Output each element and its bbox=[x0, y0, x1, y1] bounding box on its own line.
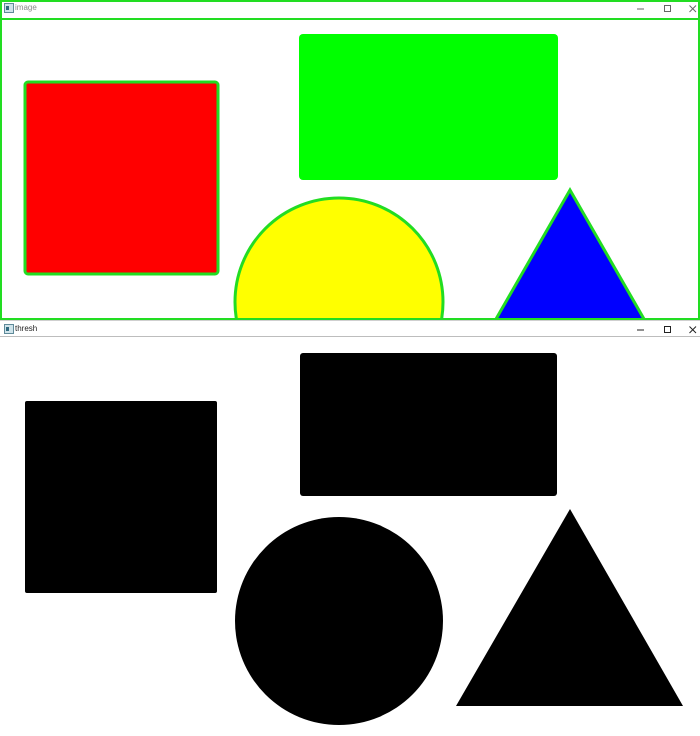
thresh-window-titlebar[interactable]: thresh bbox=[0, 320, 700, 337]
black-square bbox=[25, 401, 217, 593]
window-title: thresh bbox=[15, 324, 38, 333]
minimize-button[interactable] bbox=[629, 2, 653, 17]
blue-triangle bbox=[494, 186, 646, 318]
image-window: image bbox=[0, 0, 700, 320]
image-canvas[interactable] bbox=[2, 18, 698, 318]
close-button[interactable] bbox=[681, 321, 700, 338]
minimize-icon bbox=[637, 8, 644, 9]
window-title: image bbox=[15, 3, 37, 12]
minimize-button[interactable] bbox=[629, 321, 653, 338]
maximize-button[interactable] bbox=[656, 321, 680, 338]
black-circle bbox=[235, 517, 443, 725]
green-rectangle bbox=[299, 34, 558, 180]
app-window-icon bbox=[4, 3, 14, 13]
thresh-window: thresh bbox=[0, 320, 700, 736]
close-icon bbox=[689, 4, 697, 12]
maximize-icon bbox=[664, 325, 671, 333]
close-icon bbox=[689, 325, 697, 333]
black-triangle bbox=[456, 509, 683, 706]
yellow-circle bbox=[233, 196, 445, 318]
black-rectangle bbox=[300, 353, 557, 496]
close-button[interactable] bbox=[681, 2, 698, 17]
thresh-canvas[interactable] bbox=[0, 337, 700, 736]
minimize-icon bbox=[637, 329, 644, 330]
red-square bbox=[23, 80, 220, 276]
maximize-button[interactable] bbox=[656, 2, 680, 17]
app-window-icon bbox=[4, 324, 14, 334]
maximize-icon bbox=[664, 4, 671, 12]
image-window-titlebar[interactable]: image bbox=[2, 2, 698, 17]
